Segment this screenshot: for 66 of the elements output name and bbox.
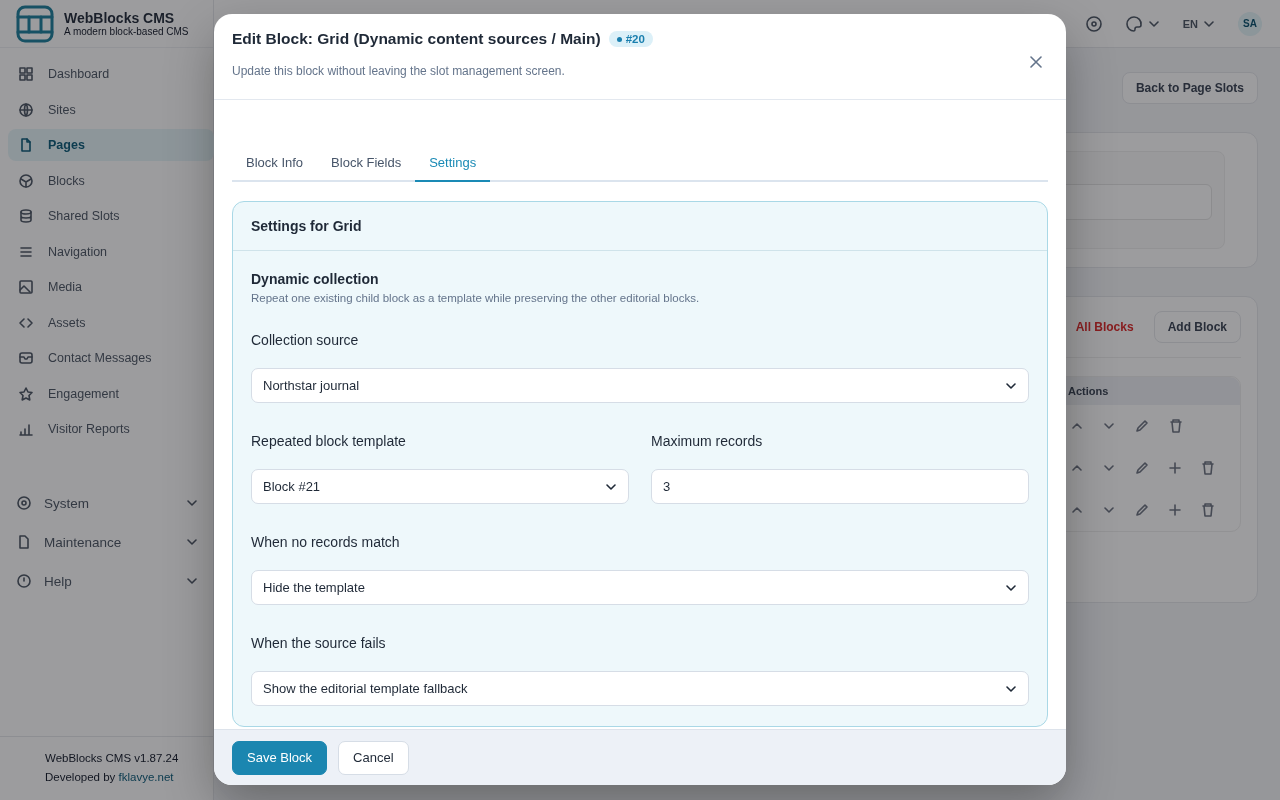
dialog-subtitle: Update this block without leaving the slot management screen. bbox=[232, 64, 566, 78]
back-button[interactable]: Back to Page Slots bbox=[1121, 72, 1258, 104]
trash-icon bbox=[1200, 460, 1216, 476]
section-description: Repeat one existing child block as a template while preserving the other editorial blocks. bbox=[251, 292, 701, 304]
sidebar-item[interactable]: Contact Messages bbox=[8, 342, 214, 374]
brand-name: WebBlocks CMS bbox=[64, 10, 176, 26]
language-dropdown[interactable]: EN bbox=[1182, 16, 1216, 31]
theme-dropdown[interactable] bbox=[1124, 14, 1161, 33]
sidebar-item[interactable]: Engagement bbox=[8, 377, 214, 410]
sidebar-group[interactable]: System bbox=[10, 487, 205, 519]
field-label: Collection source bbox=[251, 332, 360, 348]
field-label: When no records match bbox=[251, 534, 401, 550]
help-icon bbox=[16, 573, 32, 589]
select-field[interactable]: Show the editorial template fallback bbox=[251, 671, 1029, 706]
tab[interactable]: Block Info bbox=[232, 146, 318, 182]
plus-icon bbox=[1168, 461, 1182, 475]
document-icon bbox=[18, 137, 34, 153]
version-text: WebBlocks CMS v1.87.24 bbox=[45, 750, 180, 766]
field-label: Repeated block template bbox=[251, 433, 407, 449]
delete-all-link[interactable]: All Blocks bbox=[1075, 320, 1134, 334]
add-block-button[interactable]: Add Block bbox=[1153, 311, 1241, 343]
tab[interactable]: Settings bbox=[415, 146, 491, 182]
pencil-icon bbox=[1134, 418, 1150, 434]
sidebar-item[interactable]: Pages bbox=[8, 129, 214, 161]
dashboard-icon bbox=[18, 66, 34, 82]
developed-by-text: Developed by bbox=[45, 771, 117, 784]
sidebar-item[interactable]: Assets bbox=[8, 306, 214, 339]
trash-icon bbox=[1200, 502, 1216, 518]
field-label: When the source fails bbox=[251, 635, 387, 651]
id-badge: #20 bbox=[608, 31, 653, 47]
sidebar-item[interactable]: Dashboard bbox=[8, 58, 214, 90]
logo-icon bbox=[16, 4, 54, 43]
select-field[interactable]: Block #21 bbox=[251, 469, 629, 504]
developer-link[interactable]: fklavye.net bbox=[118, 771, 174, 784]
plus-icon bbox=[1168, 503, 1182, 517]
inbox-icon bbox=[18, 350, 34, 366]
user-avatar[interactable]: SA bbox=[1238, 11, 1262, 36]
trash-icon bbox=[1168, 418, 1184, 434]
globe-icon bbox=[18, 101, 34, 118]
pencil-icon bbox=[1134, 460, 1150, 476]
sidebar-item[interactable]: Blocks bbox=[8, 164, 214, 197]
input-field[interactable]: 3 bbox=[651, 469, 1029, 504]
file-icon bbox=[16, 534, 32, 550]
sidebar-item[interactable]: Media bbox=[8, 271, 214, 303]
sidebar-item[interactable]: Sites bbox=[8, 93, 214, 126]
close-icon bbox=[1030, 56, 1042, 68]
brand-tagline: A modern block-based CMS bbox=[64, 26, 189, 37]
sidebar-item[interactable]: Shared Slots bbox=[8, 200, 214, 232]
image-icon bbox=[18, 279, 34, 295]
save-button[interactable]: Save Block bbox=[232, 740, 328, 775]
section-title: Dynamic collection bbox=[251, 271, 380, 287]
star-icon bbox=[18, 385, 34, 402]
field-label: Maximum records bbox=[651, 433, 764, 449]
sidebar-item[interactable]: Visitor Reports bbox=[8, 413, 214, 445]
dialog-title: Edit Block: Grid (Dynamic content sources / Main) bbox=[232, 30, 601, 48]
cancel-button[interactable]: Cancel bbox=[338, 740, 409, 775]
sidebar-group[interactable]: Help bbox=[10, 565, 205, 597]
database-icon bbox=[18, 208, 34, 224]
card-title: Settings for Grid bbox=[251, 218, 363, 234]
select-field[interactable]: Hide the template bbox=[251, 570, 1029, 605]
sidebar-group[interactable]: Maintenance bbox=[10, 526, 205, 558]
pencil-icon bbox=[1134, 502, 1150, 518]
sidebar-item[interactable]: Navigation bbox=[8, 235, 214, 268]
bar-chart-icon bbox=[18, 421, 34, 437]
tab[interactable]: Block Fields bbox=[317, 146, 416, 182]
select-field[interactable]: Northstar journal bbox=[251, 368, 1029, 403]
